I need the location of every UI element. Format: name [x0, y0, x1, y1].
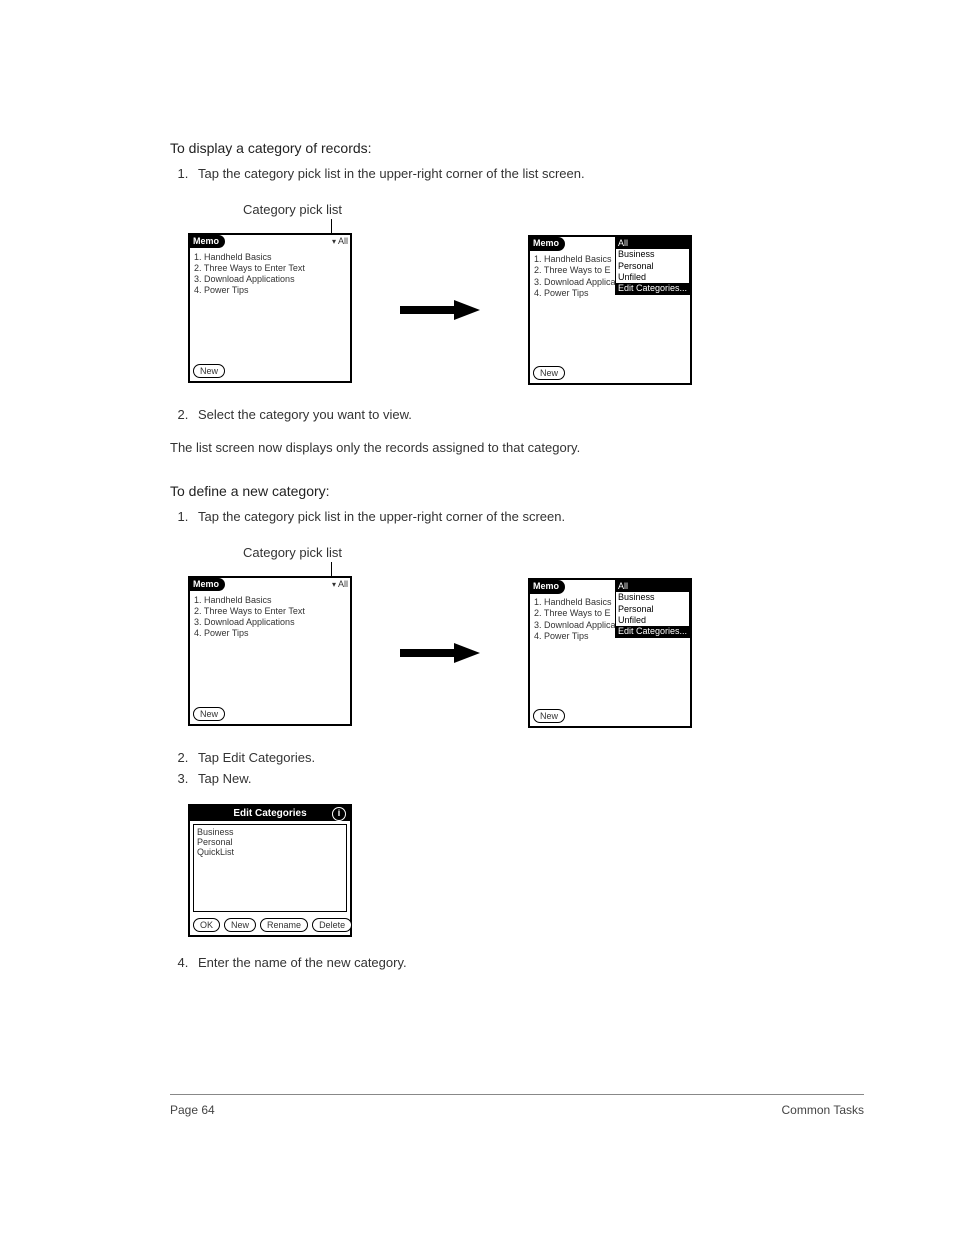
app-title: Memo	[530, 580, 565, 593]
step-list: Select the category you want to view.	[170, 407, 864, 422]
app-title: Memo	[190, 578, 225, 591]
dropdown-option[interactable]: Business	[616, 249, 689, 260]
dropdown-option-edit[interactable]: Edit Categories...	[616, 626, 689, 637]
category-dropdown[interactable]: All Business Personal Unfiled Edit Categ…	[615, 237, 690, 295]
rename-button[interactable]: Rename	[260, 918, 308, 932]
step-list: Tap Edit Categories. Tap New.	[170, 750, 864, 786]
step-item: Tap the category pick list in the upper-…	[192, 509, 864, 524]
list-item[interactable]: 4. Power Tips	[194, 628, 346, 639]
step-item: Tap New.	[192, 771, 864, 786]
chevron-down-icon: ▾	[332, 580, 336, 590]
category-picklist[interactable]: ▾ All	[332, 236, 350, 247]
title-bar: Memo ▾ All	[190, 235, 350, 249]
section-heading: To display a category of records:	[170, 140, 864, 156]
list-item[interactable]: 1. Handheld Basics	[194, 252, 346, 263]
new-button[interactable]: New	[533, 709, 565, 723]
dropdown-option[interactable]: Business	[616, 592, 689, 603]
callout: Category pick list	[188, 545, 348, 576]
section-label: Common Tasks	[782, 1103, 864, 1117]
dialog-actions: OK New Rename Delete	[190, 915, 350, 935]
dropdown-option[interactable]: Unfiled	[616, 272, 689, 283]
edit-categories-dialog: Edit Categories i Business Personal Quic…	[188, 804, 352, 937]
list-item[interactable]: Business	[197, 827, 343, 837]
step-item: Select the category you want to view.	[192, 407, 864, 422]
dropdown-option[interactable]: All	[616, 581, 689, 592]
category-dropdown[interactable]: All Business Personal Unfiled Edit Categ…	[615, 580, 690, 638]
figure-left: Category pick list Memo ▾ All 1. Handhel…	[188, 545, 352, 726]
list-item[interactable]: 4. Power Tips	[194, 285, 346, 296]
chevron-down-icon: ▾	[332, 237, 336, 247]
bottom-bar: New	[190, 361, 350, 381]
ok-button[interactable]: OK	[193, 918, 220, 932]
step-item: Tap Edit Categories.	[192, 750, 864, 765]
dialog-title: Edit Categories	[233, 808, 306, 819]
dropdown-option[interactable]: Personal	[616, 261, 689, 272]
delete-button[interactable]: Delete	[312, 918, 352, 932]
step-list: Enter the name of the new category.	[170, 955, 864, 970]
category-listbox[interactable]: Business Personal QuickList	[193, 824, 347, 912]
step-item: Enter the name of the new category.	[192, 955, 864, 970]
callout-label: Category pick list	[243, 545, 342, 560]
callout-label: Category pick list	[243, 202, 342, 217]
bottom-bar: New	[530, 706, 690, 726]
step-list: Tap the category pick list in the upper-…	[170, 166, 864, 181]
body-paragraph: The list screen now displays only the re…	[170, 440, 864, 455]
dialog-title-bar: Edit Categories i	[190, 806, 350, 821]
palm-screen-memo-open: Memo 1. Handheld Basics 2. Three Ways to…	[528, 235, 692, 385]
new-button[interactable]: New	[193, 364, 225, 378]
list-item[interactable]: 2. Three Ways to Enter Text	[194, 263, 346, 274]
step-list: Tap the category pick list in the upper-…	[170, 509, 864, 524]
section-heading: To define a new category:	[170, 483, 864, 499]
arrow-icon	[400, 643, 480, 663]
figure-right: Memo 1. Handheld Basics 2. Three Ways to…	[528, 578, 692, 728]
app-title: Memo	[530, 237, 565, 250]
new-button[interactable]: New	[193, 707, 225, 721]
figure-left: Category pick list Memo ▾ All 1. Handhel…	[188, 202, 352, 383]
bottom-bar: New	[530, 363, 690, 383]
category-label: All	[338, 579, 348, 590]
arrow	[400, 237, 480, 383]
new-button[interactable]: New	[224, 918, 256, 932]
palm-screen-memo-closed: Memo ▾ All 1. Handheld Basics 2. Three W…	[188, 576, 352, 726]
palm-screen-memo-closed: Memo ▾ All 1. Handheld Basics 2. Three W…	[188, 233, 352, 383]
list-item[interactable]: Personal	[197, 837, 343, 847]
page-number: Page 64	[170, 1103, 215, 1117]
info-icon[interactable]: i	[332, 807, 346, 821]
dropdown-option-edit[interactable]: Edit Categories...	[616, 283, 689, 294]
step-item: Tap the category pick list in the upper-…	[192, 166, 864, 181]
palm-screen-memo-open: Memo 1. Handheld Basics 2. Three Ways to…	[528, 578, 692, 728]
arrow-icon	[400, 300, 480, 320]
dropdown-option[interactable]: All	[616, 238, 689, 249]
list-item[interactable]: 3. Download Applications	[194, 617, 346, 628]
list-item[interactable]: 3. Download Applications	[194, 274, 346, 285]
callout: Category pick list	[188, 202, 348, 233]
category-label: All	[338, 236, 348, 247]
category-picklist[interactable]: ▾ All	[332, 579, 350, 590]
figure-right: Memo 1. Handheld Basics 2. Three Ways to…	[528, 235, 692, 385]
figure-row: Category pick list Memo ▾ All 1. Handhel…	[188, 542, 864, 728]
memo-list: 1. Handheld Basics 2. Three Ways to Ente…	[190, 592, 350, 704]
figure-row: Category pick list Memo ▾ All 1. Handhel…	[188, 199, 864, 385]
app-title: Memo	[190, 235, 225, 248]
list-item[interactable]: 2. Three Ways to Enter Text	[194, 606, 346, 617]
list-item[interactable]: 1. Handheld Basics	[194, 595, 346, 606]
page-footer: Page 64 Common Tasks	[170, 1094, 864, 1117]
title-bar: Memo ▾ All	[190, 578, 350, 592]
arrow	[400, 580, 480, 726]
document-page: To display a category of records: Tap th…	[0, 0, 954, 1235]
new-button[interactable]: New	[533, 366, 565, 380]
memo-list: 1. Handheld Basics 2. Three Ways to Ente…	[190, 249, 350, 361]
list-item[interactable]: QuickList	[197, 847, 343, 857]
dropdown-option[interactable]: Personal	[616, 604, 689, 615]
dropdown-option[interactable]: Unfiled	[616, 615, 689, 626]
bottom-bar: New	[190, 704, 350, 724]
